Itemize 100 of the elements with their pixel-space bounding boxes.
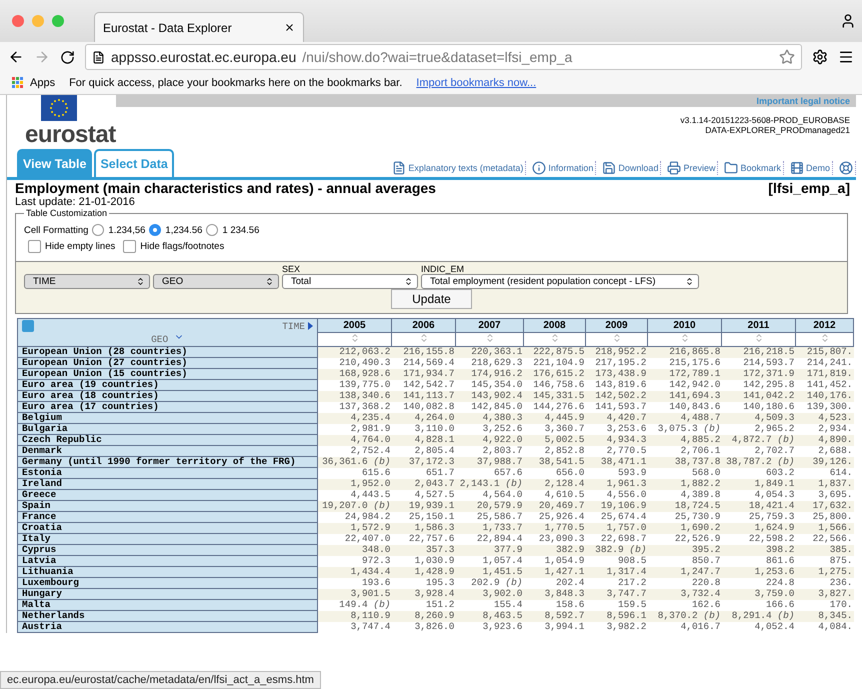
version-text: DATA-EXPLORER_PRODmanaged21: [705, 125, 851, 135]
bookmarks-hint: For quick access, place your bookmarks here on the bookmarks bar.: [69, 77, 402, 89]
toolbar-button[interactable]: Preview: [665, 161, 718, 175]
table-cell: 22,526.9: [648, 534, 722, 544]
table-cell: 145,354.0: [456, 380, 524, 390]
year-header: 2012: [796, 318, 854, 332]
table-cell: 1,451.5: [456, 566, 524, 578]
table-cell: 850.7: [648, 556, 722, 566]
geo-cell: European Union (27 countries): [18, 358, 318, 368]
film-icon: [790, 161, 804, 175]
apps-icon[interactable]: [12, 77, 24, 89]
table-cell: 142,295.8: [722, 380, 796, 390]
dimension-label: SEX: [282, 264, 302, 274]
checkbox[interactable]: [123, 240, 136, 253]
table-cell: 1,952.0: [318, 478, 392, 490]
close-icon[interactable]: [284, 22, 295, 33]
table-cell: 172,789.1: [648, 368, 722, 380]
sort-icon[interactable]: [484, 333, 494, 343]
address-bar[interactable]: appsso.eurostat.ec.europa.eu /nui/show.do?wai=true&dataset=lfsi_emp_a: [85, 44, 802, 70]
flag-icon: [41, 95, 77, 121]
table-cell: 861.6: [722, 556, 796, 566]
table-cell: 1,882.2: [648, 478, 722, 490]
toolbar-button[interactable]: Information: [530, 161, 596, 175]
dimension-select[interactable]: GEO: [153, 274, 279, 289]
dimension-select[interactable]: TIME: [24, 274, 150, 289]
table-cell: 138,340.6: [318, 390, 392, 402]
table-cell: 220,363.1: [456, 346, 524, 358]
table-cell: 657.6: [456, 468, 524, 478]
table-cell: 2,143.1 (b): [456, 478, 524, 490]
user-icon[interactable]: [840, 13, 856, 29]
menu-icon[interactable]: [838, 49, 854, 65]
table-cell: 8,463.5: [456, 610, 524, 622]
dimension-select[interactable]: Total: [282, 274, 418, 289]
toolbar-button[interactable]: Demo: [788, 161, 833, 175]
sort-icon[interactable]: [680, 333, 690, 343]
table-cell: 615.6: [318, 468, 392, 478]
geo-cell: Cyprus: [18, 544, 318, 556]
version-text: v3.1.14-20151223-5608-PROD_EUROBASE: [680, 115, 851, 125]
table-cell: 36,361.6 (b): [318, 456, 392, 468]
toolbar-button[interactable]: Bookmark: [722, 161, 784, 175]
geo-cell: Hungary: [18, 588, 318, 600]
table-cell: 22,894.4: [456, 534, 524, 544]
sort-icon[interactable]: [418, 333, 428, 343]
geo-cell: Malta: [18, 600, 318, 610]
view-tab[interactable]: Select Data: [94, 149, 174, 177]
document-icon: [392, 161, 406, 175]
table-cell: 1,849.1: [722, 478, 796, 490]
sort-icon[interactable]: [550, 333, 560, 343]
table-cell: 4,922.0: [456, 434, 524, 446]
table-cell: 2,752.4: [318, 446, 392, 456]
sort-icon[interactable]: [612, 333, 622, 343]
settings-icon[interactable]: [812, 49, 828, 65]
geo-cell: Euro area (17 countries): [18, 402, 318, 412]
table-options-icon[interactable]: [22, 320, 34, 332]
format-radio[interactable]: [92, 224, 104, 236]
back-icon[interactable]: [8, 49, 24, 65]
format-radio[interactable]: [149, 224, 162, 236]
table-cell: 8,370.2 (b): [648, 610, 722, 622]
geo-cell: Czech Republic: [18, 434, 318, 446]
table-cell: 3,732.4: [648, 588, 722, 600]
checkbox[interactable]: [28, 240, 41, 253]
forward-icon[interactable]: [34, 49, 50, 65]
table-cell: 142,845.0: [456, 402, 524, 412]
geo-cell: Lithuania: [18, 566, 318, 578]
geo-cell: Italy: [18, 534, 318, 544]
table-cell: 174,916.2: [456, 368, 524, 380]
toolbar-button[interactable]: [837, 161, 856, 175]
table-cell: 142,942.0: [648, 380, 722, 390]
expand-arrow-icon[interactable]: [308, 322, 313, 330]
format-radio[interactable]: [206, 224, 218, 236]
table-cell: 168,928.6: [318, 368, 392, 380]
window-close-button[interactable]: [12, 15, 24, 27]
reload-icon[interactable]: [60, 50, 75, 64]
table-cell: 1,733.7: [456, 522, 524, 534]
window-zoom-button[interactable]: [52, 15, 64, 27]
apps-label[interactable]: Apps: [30, 77, 56, 89]
table-cell: 4,054.3: [722, 490, 796, 500]
browser-tab[interactable]: Eurostat - Data Explorer: [94, 12, 304, 42]
sort-icon[interactable]: [350, 333, 360, 343]
update-button[interactable]: Update: [391, 289, 472, 309]
time-axis-label[interactable]: TIME: [282, 320, 305, 332]
table-cell: 1,624.9: [722, 522, 796, 534]
table-cell: 1,434.4: [318, 566, 392, 578]
table-cell: 348.0: [318, 544, 392, 556]
table-cell: 139,775.0: [318, 380, 392, 390]
table-cell: 24,984.2: [318, 512, 392, 522]
geo-cell: European Union (15 countries): [18, 368, 318, 380]
toolbar-button[interactable]: Explanatory texts (metadata): [390, 161, 526, 175]
star-icon[interactable]: [779, 49, 795, 65]
checkbox-label: Hide empty lines: [45, 241, 116, 252]
import-bookmarks-link[interactable]: Import bookmarks now...: [416, 77, 536, 89]
checkbox-label: Hide flags/footnotes: [140, 241, 224, 252]
geo-cell: Spain: [18, 500, 318, 512]
year-header: 2011: [722, 318, 796, 332]
toolbar-button[interactable]: Download: [600, 161, 662, 175]
dimension-select[interactable]: Total employment (resident population concept - LFS): [421, 274, 699, 289]
sort-icon[interactable]: [754, 333, 764, 343]
sort-icon[interactable]: [820, 333, 830, 343]
view-tab[interactable]: View Table: [17, 149, 92, 177]
geo-axis-label[interactable]: GEO: [151, 334, 168, 345]
